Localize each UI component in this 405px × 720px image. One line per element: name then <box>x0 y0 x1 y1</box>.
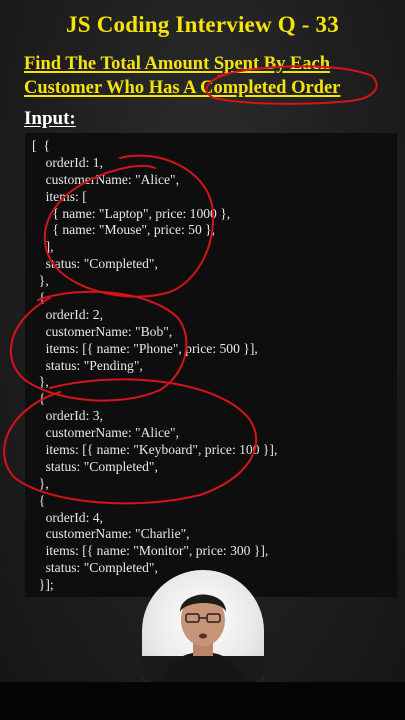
code-line: }, <box>32 475 49 491</box>
bottom-bar <box>0 682 405 720</box>
question-line-2: Customer Who Has A Completed Order <box>24 78 341 98</box>
code-line: items: [{ name: "Monitor", price: 300 }]… <box>32 543 269 559</box>
input-label: Input: <box>24 108 76 129</box>
code-line: status: "Completed", <box>32 256 158 272</box>
code-line: status: "Completed", <box>32 560 158 576</box>
code-line: orderId: 4, <box>32 509 103 525</box>
code-line: status: "Completed", <box>32 458 158 474</box>
code-line: orderId: 3, <box>32 408 103 424</box>
code-line: items: [{ name: "Keyboard", price: 100 }… <box>32 442 278 458</box>
code-line: customerName: "Bob", <box>32 323 173 339</box>
code-line: { <box>32 290 46 306</box>
code-line: }, <box>32 374 49 390</box>
code-line: [ { <box>32 138 50 153</box>
code-line: { name: "Mouse", price: 50 }, <box>32 222 216 238</box>
code-line: }, <box>32 273 49 289</box>
code-line: customerName: "Charlie", <box>32 526 190 542</box>
code-line: items: [{ name: "Phone", price: 500 }], <box>32 340 258 356</box>
presenter-figure <box>142 594 264 682</box>
code-line: orderId: 1, <box>32 154 103 170</box>
code-line: ], <box>32 239 54 255</box>
code-line: customerName: "Alice", <box>32 425 179 441</box>
question-line-1: Find The Total Amount Spent By Each <box>24 54 331 74</box>
code-line: { <box>32 391 46 407</box>
code-line: { <box>32 492 46 508</box>
video-title: JS Coding Interview Q - 33 <box>66 12 339 37</box>
code-block: [ { orderId: 1, customerName: "Alice", i… <box>32 138 277 594</box>
code-line: items: [ <box>32 188 87 204</box>
presenter-avatar <box>142 570 264 682</box>
code-line: status: "Pending", <box>32 357 143 373</box>
code-line: { name: "Laptop", price: 1000 }, <box>32 205 231 221</box>
code-line: customerName: "Alice", <box>32 171 179 187</box>
code-line: orderId: 2, <box>32 306 103 322</box>
question-text: Find The Total Amount Spent By Each Cust… <box>24 52 396 100</box>
